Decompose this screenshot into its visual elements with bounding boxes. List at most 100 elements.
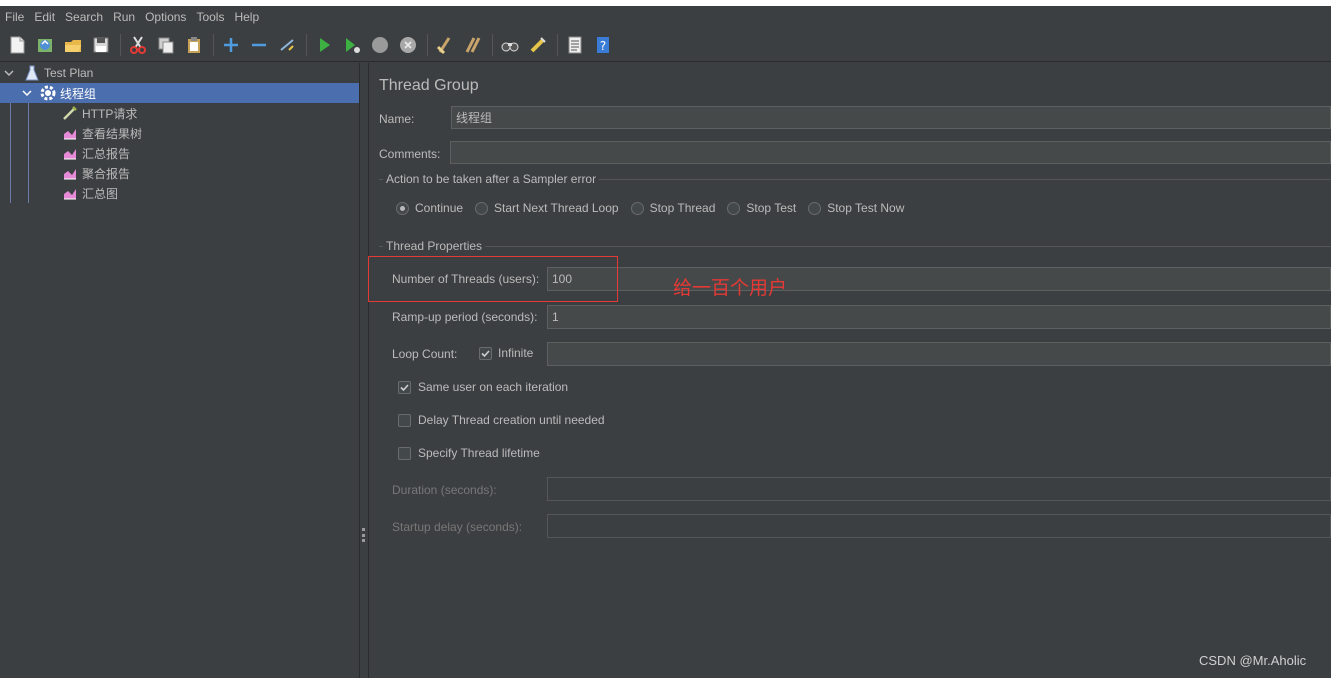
tree-node-label: Test Plan [44,66,94,80]
sampler-error-group-title: Action to be taken after a Sampler error [383,172,600,186]
thread-lifetime-checkbox[interactable]: Specify Thread lifetime [398,446,540,460]
duration-field[interactable] [547,477,1331,501]
loop-count-label: Loop Count: [392,347,458,361]
search-icon[interactable] [499,34,521,56]
templates-icon[interactable] [34,34,56,56]
watermark: CSDN @Mr.Aholic [1199,653,1307,668]
menu-bar: File Edit Search Run Options Tools Help [0,6,1331,28]
chart-icon [61,124,79,142]
threads-field[interactable]: 100 [547,267,1331,291]
rampup-field[interactable]: 1 [547,305,1331,329]
stop-icon[interactable] [369,34,391,56]
annotation-text: 给一百个用户 [673,277,788,299]
radio-indicator [808,201,822,215]
radio-label: Stop Test [746,201,797,215]
radio-continue[interactable]: Continue [396,201,463,215]
new-icon[interactable] [6,34,28,56]
split-pane-divider[interactable] [360,63,369,678]
radio-label: Start Next Thread Loop [494,201,619,215]
menu-options[interactable]: Options [140,10,191,24]
tree-node-aggregate-report[interactable]: 聚合报告 [0,163,359,183]
toggle-icon[interactable] [276,34,298,56]
splitter-grip-icon[interactable] [362,528,365,542]
name-field[interactable]: 线程组 [451,106,1331,129]
loop-count-field[interactable] [547,342,1331,366]
tree-node-summary-report[interactable]: 汇总报告 [0,143,359,163]
menu-run[interactable]: Run [108,10,140,24]
radio-indicator [475,201,489,215]
save-icon[interactable] [90,34,112,56]
highlight-box [368,256,618,302]
menu-search[interactable]: Search [60,10,108,24]
clear-all-icon[interactable] [462,34,484,56]
page-title: Thread Group [379,77,479,94]
test-plan-icon [23,64,41,82]
tree-node-label: 线程组 [60,86,97,101]
radio-indicator [727,201,741,215]
open-icon[interactable] [62,34,84,56]
tree-node-summary-graph[interactable]: 汇总图 [0,183,359,203]
svg-text:?: ? [600,39,606,53]
radio-stop-test[interactable]: Stop Test [727,201,796,215]
tree-node-test-plan[interactable]: Test Plan [0,63,359,83]
sampler-error-radio-group: Continue Start Next Thread Loop Stop Thr… [396,201,916,215]
clear-icon[interactable] [434,34,456,56]
tree-node-label: 聚合报告 [82,166,131,181]
tree-node-label: 汇总图 [82,186,119,201]
chevron-down-icon[interactable] [3,67,15,79]
chart-icon [61,144,79,162]
name-label: Name: [379,112,415,126]
tree-node-view-results-tree[interactable]: 查看结果树 [0,123,359,143]
infinite-checkbox[interactable]: Infinite [479,346,533,360]
thread-lifetime-label: Specify Thread lifetime [418,446,540,460]
checkbox-indicator [398,413,411,427]
duration-label: Duration (seconds): [392,483,497,497]
cut-icon[interactable] [127,34,149,56]
toolbar-separator [120,33,121,56]
menu-tools[interactable]: Tools [191,10,229,24]
comments-field[interactable] [450,141,1331,164]
function-helper-icon[interactable] [564,34,586,56]
delay-thread-checkbox[interactable]: Delay Thread creation until needed [398,413,605,427]
toolbar-separator [557,33,558,56]
radio-label: Continue [415,201,464,215]
reset-search-icon[interactable] [527,34,549,56]
infinite-label: Infinite [498,346,534,360]
menu-help[interactable]: Help [229,10,264,24]
same-user-checkbox[interactable]: Same user on each iteration [398,380,568,394]
start-no-pauses-icon[interactable] [341,34,363,56]
toolbar-separator [492,33,493,56]
tree-node-thread-group[interactable]: 线程组 [0,83,359,103]
tree-node-label: 查看结果树 [82,126,143,141]
checkbox-indicator [398,446,411,460]
shutdown-icon[interactable] [397,34,419,56]
tree-node-label: HTTP请求 [82,106,138,121]
radio-label: Stop Test Now [827,201,905,215]
chart-icon [61,184,79,202]
group-border [379,246,1331,247]
gear-icon [39,84,57,102]
start-icon[interactable] [313,34,335,56]
chevron-down-icon[interactable] [21,87,33,99]
test-plan-tree: Test Plan 线程组 HTTP请求 查看结果树 汇总报告 聚合报告 汇总图 [0,63,360,678]
menu-file[interactable]: File [0,10,29,24]
rampup-label: Ramp-up period (seconds): [392,310,538,324]
collapse-icon[interactable] [248,34,270,56]
expand-icon[interactable] [220,34,242,56]
help-icon[interactable]: ? [592,34,614,56]
radio-stop-test-now[interactable]: Stop Test Now [808,201,904,215]
toolbar: ? [0,28,1331,62]
radio-stop-thread[interactable]: Stop Thread [630,201,715,215]
comments-label: Comments: [379,147,441,161]
toolbar-separator [427,33,428,56]
tree-node-http-request[interactable]: HTTP请求 [0,103,359,123]
startup-delay-field[interactable] [547,514,1331,538]
paste-icon[interactable] [183,34,205,56]
menu-edit[interactable]: Edit [29,10,60,24]
copy-icon[interactable] [155,34,177,56]
radio-indicator [630,201,644,215]
checkbox-indicator [398,380,411,394]
toolbar-separator [213,33,214,56]
checkbox-indicator [479,346,492,360]
radio-start-next-thread-loop[interactable]: Start Next Thread Loop [475,201,619,215]
